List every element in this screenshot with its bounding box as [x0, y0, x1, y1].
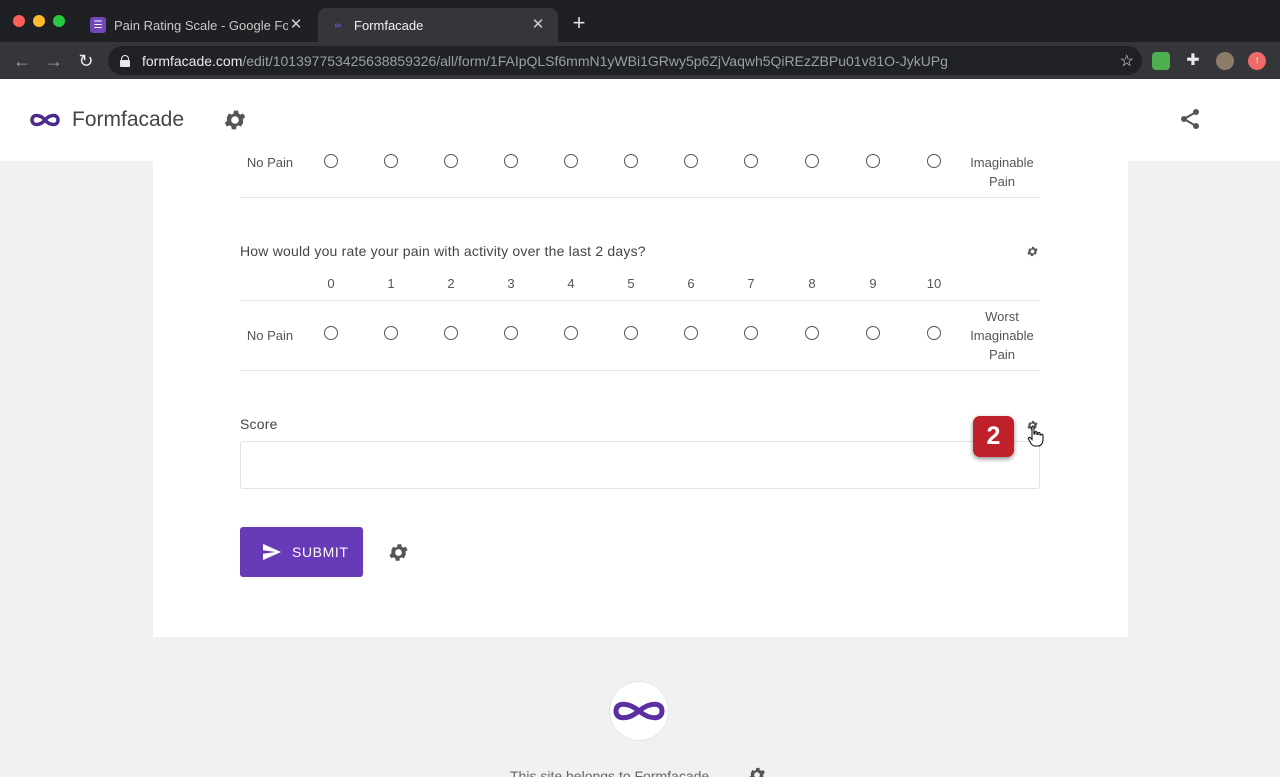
back-arrow-icon[interactable]: ←	[10, 49, 34, 73]
activity-pain-radio-1[interactable]	[384, 326, 398, 340]
send-icon	[263, 543, 281, 561]
prev-question-radio-5[interactable]	[624, 154, 638, 168]
prev-question-radio-2[interactable]	[444, 154, 458, 168]
scale-right-label: Imaginable	[970, 155, 1034, 170]
prev-question-radio-6[interactable]	[684, 154, 698, 168]
scale-left-label: No Pain	[246, 328, 294, 343]
prev-question-radio-10[interactable]	[927, 154, 941, 168]
submit-button[interactable]: SUBMIT	[240, 527, 363, 577]
formfacade-logo-icon	[30, 113, 60, 127]
activity-pain-radio-9[interactable]	[866, 326, 880, 340]
extensions-puzzle-icon[interactable]: ✚	[1184, 52, 1202, 70]
question-title: How would you rate your pain with activi…	[240, 243, 646, 259]
browser-toolbar: ← → ↻ formfacade.com/edit/10139775342563…	[0, 42, 1280, 79]
url-path: /edit/101397753425638859326/all/form/1FA…	[242, 52, 948, 69]
scale-number-label: 7	[747, 276, 755, 291]
scale-left-label: No Pain	[246, 155, 294, 170]
activity-pain-radio-2[interactable]	[444, 326, 458, 340]
tab-title: Formfacade	[354, 17, 424, 33]
address-bar[interactable]: formfacade.com/edit/10139775342563885932…	[108, 46, 1142, 75]
lock-icon	[120, 54, 130, 67]
activity-pain-radio-8[interactable]	[805, 326, 819, 340]
submit-settings-gear-icon[interactable]	[387, 541, 410, 564]
scale-number-label: 5	[627, 276, 635, 291]
prev-question-radio-9[interactable]	[866, 154, 880, 168]
score-label: Score	[240, 416, 278, 432]
step-number-badge: 2	[973, 416, 1014, 457]
activity-pain-radio-0[interactable]	[324, 326, 338, 340]
prev-question-radio-3[interactable]	[504, 154, 518, 168]
scale-number-label: 2	[447, 276, 455, 291]
activity-pain-radio-3[interactable]	[504, 326, 518, 340]
activity-pain-radio-5[interactable]	[624, 326, 638, 340]
prev-question-radio-7[interactable]	[744, 154, 758, 168]
prev-question-radio-8[interactable]	[805, 154, 819, 168]
question-settings-gear-icon[interactable]	[1026, 245, 1039, 258]
forward-arrow-icon[interactable]: →	[42, 49, 66, 73]
activity-pain-radio-7[interactable]	[744, 326, 758, 340]
scale-right-label: Worst	[985, 309, 1019, 324]
scale-number-label: 9	[869, 276, 877, 291]
close-window-button[interactable]	[13, 15, 25, 27]
score-input[interactable]	[240, 441, 1040, 489]
new-tab-icon[interactable]: +	[568, 12, 590, 34]
submit-label: SUBMIT	[292, 544, 349, 560]
prev-question-radio-0[interactable]	[324, 154, 338, 168]
share-icon[interactable]	[1178, 107, 1202, 131]
tab-formfacade[interactable]: ∞ Formfacade ✕	[318, 8, 558, 42]
scale-number-label: 10	[926, 276, 942, 291]
maximize-window-button[interactable]	[53, 15, 65, 27]
url-host: formfacade.com	[142, 52, 243, 69]
formfacade-logo-icon	[613, 701, 665, 721]
activity-pain-radio-4[interactable]	[564, 326, 578, 340]
row-divider	[240, 370, 1040, 371]
close-tab-icon[interactable]: ✕	[530, 17, 546, 33]
settings-gear-icon[interactable]	[222, 107, 248, 133]
prev-question-radio-1[interactable]	[384, 154, 398, 168]
prev-question-radio-4[interactable]	[564, 154, 578, 168]
scale-right-label: Pain	[988, 347, 1016, 362]
scale-right-label: Pain	[988, 174, 1016, 189]
scale-number-label: 8	[808, 276, 816, 291]
footer-formfacade-logo[interactable]	[610, 682, 668, 740]
scale-right-label: Imaginable	[970, 328, 1034, 343]
tab-title: Pain Rating Scale - Google Forms	[114, 17, 288, 33]
footer-text: This site belongs to Formfacade	[510, 768, 710, 777]
tab-google-forms[interactable]: ☰ Pain Rating Scale - Google Forms ✕	[78, 8, 316, 42]
row-divider	[240, 300, 1040, 301]
formfacade-favicon-icon: ∞	[334, 20, 342, 30]
scale-number-label: 6	[687, 276, 695, 291]
activity-pain-radio-6[interactable]	[684, 326, 698, 340]
footer-settings-gear-icon[interactable]	[747, 765, 767, 777]
browser-tab-bar: ☰ Pain Rating Scale - Google Forms ✕ ∞ F…	[0, 0, 1280, 42]
profile-avatar[interactable]	[1216, 52, 1234, 70]
close-tab-icon[interactable]: ✕	[288, 17, 304, 33]
scale-number-label: 3	[507, 276, 515, 291]
mail-extension-icon[interactable]	[1152, 52, 1170, 70]
reload-icon[interactable]: ↻	[74, 49, 98, 73]
app-title: Formfacade	[72, 108, 185, 131]
scale-number-label: 0	[327, 276, 335, 291]
bookmark-star-icon[interactable]: ☆	[1120, 51, 1134, 71]
row-divider	[240, 197, 1040, 198]
hand-pointer-cursor-icon	[1027, 425, 1044, 447]
minimize-window-button[interactable]	[33, 15, 45, 27]
scale-number-label: 1	[387, 276, 395, 291]
scale-number-label: 4	[567, 276, 575, 291]
activity-pain-radio-10[interactable]	[927, 326, 941, 340]
update-extension-icon[interactable]: ↑	[1248, 52, 1266, 70]
google-forms-icon: ☰	[90, 17, 106, 33]
app-header: Formfacade	[0, 79, 1280, 161]
